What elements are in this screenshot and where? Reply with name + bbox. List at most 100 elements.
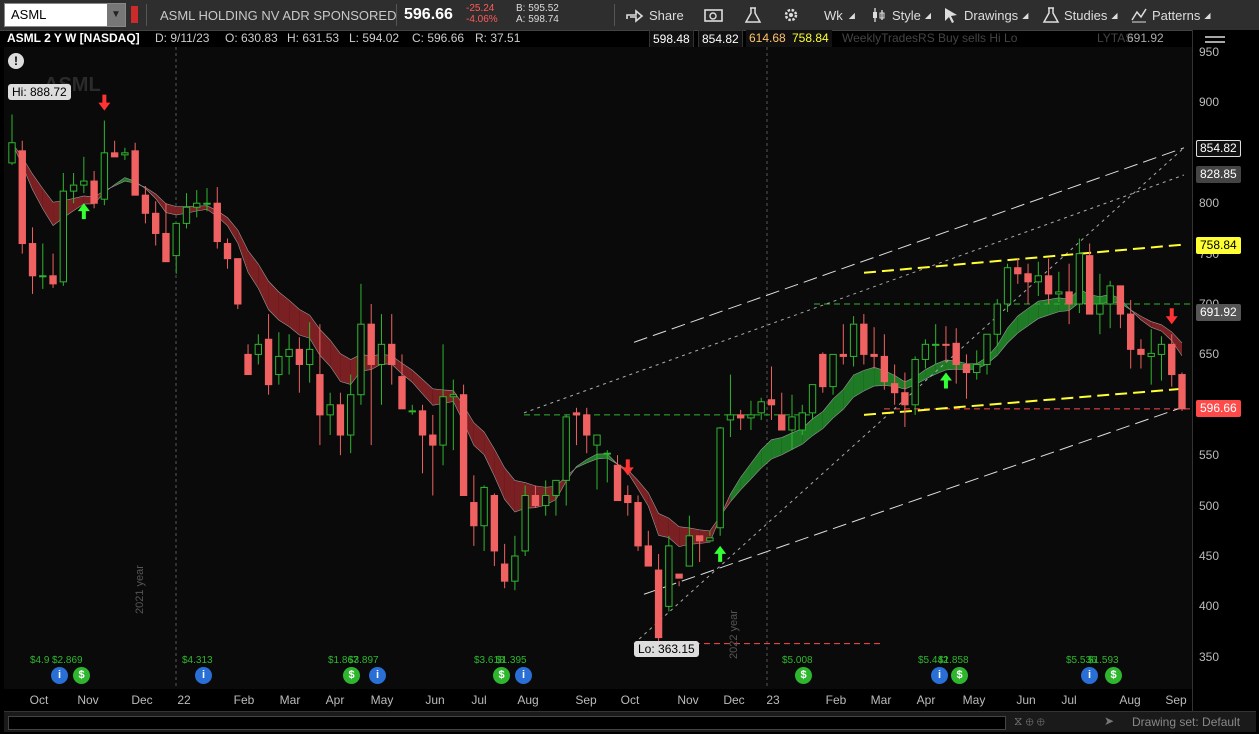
candle-body <box>675 573 683 579</box>
drawing-layer <box>523 147 1192 645</box>
candle-body <box>942 343 950 346</box>
scroll-thumb[interactable] <box>8 716 1006 730</box>
horizontal-scrollbar[interactable]: ⧖ ⊕ ⊕ ➤ Drawing set: Default <box>4 711 1256 732</box>
ma-band-segment <box>484 431 495 477</box>
snapshot-button[interactable] <box>704 0 724 30</box>
candle-body <box>429 434 437 446</box>
alert-icon[interactable]: ! <box>8 53 24 69</box>
top-toolbar: ASML ▼ ASML HOLDING NV ADR SPONSORED 596… <box>0 0 1259 31</box>
candle-body <box>819 353 827 388</box>
studies-button[interactable]: Studies ◢ <box>1042 0 1118 30</box>
earnings-icon[interactable]: i <box>1081 667 1098 684</box>
settings-button[interactable] <box>782 0 800 30</box>
price-tick-label: 400 <box>1199 599 1220 614</box>
patterns-label: Patterns <box>1152 7 1201 23</box>
price-change: -25.24 -4.06% <box>466 3 498 25</box>
ma-band-segment <box>781 432 792 455</box>
dividend-icon[interactable]: $ <box>343 667 360 684</box>
bid-ask: B: 595.52 A: 598.74 <box>516 3 559 25</box>
candle-body <box>121 152 129 156</box>
candle-body <box>1127 313 1135 350</box>
ma-band-segment <box>1007 316 1018 343</box>
price-chart[interactable] <box>4 47 1192 689</box>
candle-body <box>490 495 499 552</box>
price-tick-label: 350 <box>1199 649 1220 664</box>
earnings-icon[interactable]: i <box>51 667 68 684</box>
ma-band-segment <box>750 449 762 480</box>
earnings-icon[interactable]: i <box>931 667 948 684</box>
divider <box>396 4 397 26</box>
time-axis-label: Sep <box>575 693 597 707</box>
grid-layer <box>175 47 768 689</box>
divider <box>614 4 615 26</box>
price-axis-marker: 691.92 <box>1196 304 1241 322</box>
candle-body <box>254 343 262 355</box>
ma-band-segment <box>730 477 741 502</box>
symbol-input[interactable]: ASML ▼ <box>4 3 126 27</box>
candle-body <box>1168 343 1176 376</box>
candle-body <box>49 275 57 285</box>
candle-body <box>747 414 755 419</box>
earnings-icon[interactable]: i <box>369 667 386 684</box>
studies-label: Studies <box>1064 7 1108 23</box>
dividend-icon[interactable]: $ <box>951 667 968 684</box>
ma-band-segment <box>330 340 341 382</box>
time-axis-label: Jul <box>471 693 486 707</box>
ma-band-segment <box>843 374 854 410</box>
candle-body <box>562 416 570 481</box>
chart-title: ASML 2 Y W [NASDAQ] <box>7 31 140 45</box>
candle-body <box>1075 253 1084 305</box>
time-axis: Oct Nov Dec 22 Feb Mar Apr May Jun Jul Aug Sep Oct No… <box>4 689 1192 711</box>
candle-body <box>593 434 601 446</box>
ma-band-segment <box>268 281 279 321</box>
dividend-icon[interactable]: $ <box>73 667 90 684</box>
flask-button[interactable] <box>744 0 762 30</box>
time-axis-label: Sep <box>1165 693 1187 707</box>
time-axis-label: Oct <box>30 693 49 707</box>
share-button[interactable]: Share <box>624 0 684 30</box>
ma-band-segment <box>1140 316 1152 328</box>
interval-label: Wk <box>824 7 843 23</box>
candle-body <box>716 427 724 529</box>
dividend-label: $5.008 <box>782 655 813 666</box>
style-label: Style <box>892 7 921 23</box>
price-tick-label: 650 <box>1199 347 1220 362</box>
earnings-icon[interactable]: i <box>195 667 212 684</box>
candles-layer <box>8 114 1186 644</box>
info-range: R: 37.51 <box>475 31 521 45</box>
chart-area[interactable]: ! ASML Hi: 888.72 Lo: 363.15 2021 year 2… <box>4 47 1192 689</box>
study-info-bar: ASML 2 Y W [NASDAQ] D: 9/11/23 O: 630.83… <box>4 30 1192 49</box>
candle-body <box>808 384 817 414</box>
drawings-button[interactable]: Drawings ◢ <box>942 0 1028 30</box>
zoom-controls[interactable]: ⧖ ⊕ ⊕ <box>1014 714 1045 729</box>
value-691: 691.92 <box>1127 31 1164 45</box>
dividend-icon[interactable]: $ <box>1105 667 1122 684</box>
candle-body <box>213 202 221 243</box>
candle-body <box>223 243 232 260</box>
candle-body <box>911 358 919 406</box>
year-2022-label: 2022 year <box>728 610 740 659</box>
candle-body <box>993 303 1001 335</box>
price-axis[interactable]: 950900850800750700650600550500450400350 … <box>1192 30 1259 711</box>
value-758: 758.84 <box>789 30 832 47</box>
alert-flag-icon[interactable] <box>131 6 138 23</box>
candle-body <box>141 194 150 214</box>
candle-body <box>357 323 365 396</box>
studies-flask-icon <box>1042 7 1060 23</box>
interval-button[interactable]: Wk ◢ <box>824 0 855 30</box>
ma-band-segment <box>42 188 54 226</box>
patterns-button[interactable]: Patterns ◢ <box>1130 0 1211 30</box>
candle-body <box>59 190 67 283</box>
candle-body <box>234 258 242 305</box>
symbol-dropdown-icon[interactable]: ▼ <box>107 4 125 26</box>
collapse-icon[interactable] <box>1203 32 1227 44</box>
candle-body <box>182 206 191 224</box>
style-button[interactable]: Style ◢ <box>870 0 931 30</box>
candle-body <box>870 353 878 357</box>
earnings-icon[interactable]: i <box>515 667 532 684</box>
candle-body <box>1034 275 1042 283</box>
candle-body <box>470 502 478 527</box>
dividend-icon[interactable]: $ <box>795 667 812 684</box>
dividend-icon[interactable]: $ <box>493 667 510 684</box>
candle-body <box>408 410 416 413</box>
